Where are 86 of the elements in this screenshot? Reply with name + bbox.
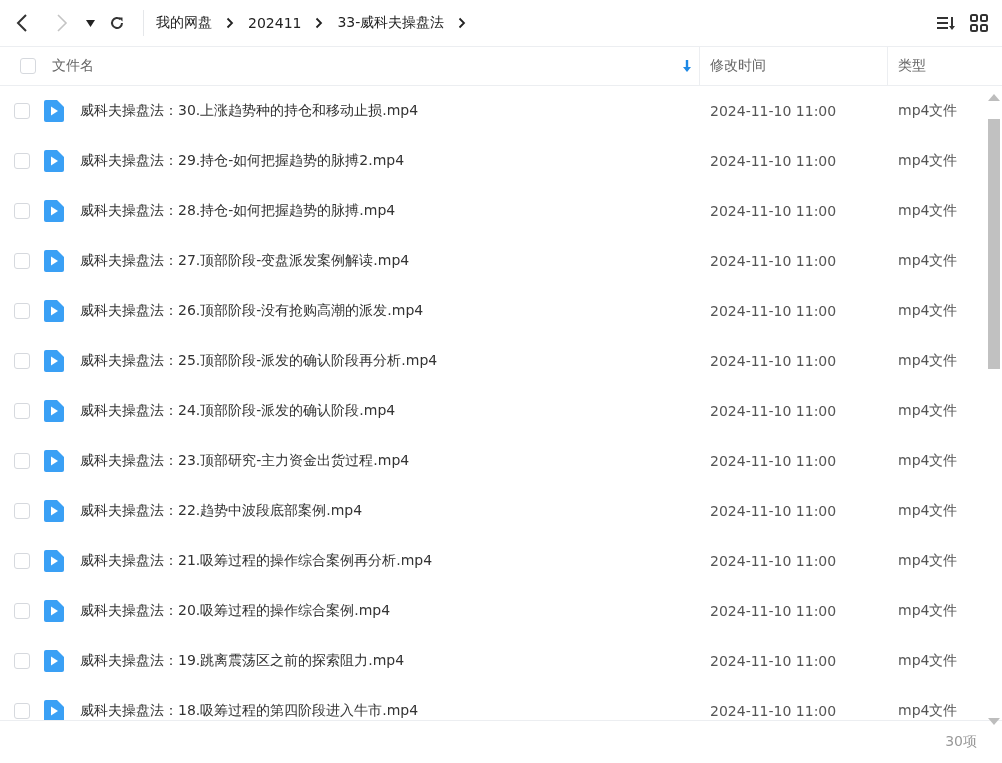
- file-type: mp4文件: [897, 402, 959, 420]
- item-count: 30项: [945, 733, 977, 751]
- modified-time: 2024-11-10 11:00: [709, 403, 838, 419]
- file-name[interactable]: 威科夫操盘法：24.顶部阶段-派发的确认阶段.mp4: [80, 402, 396, 420]
- file-name[interactable]: 威科夫操盘法：26.顶部阶段-没有抢购高潮的派发.mp4: [80, 302, 424, 320]
- sort-arrow-icon[interactable]: [683, 60, 691, 72]
- modified-time: 2024-11-10 11:00: [709, 153, 838, 169]
- file-name[interactable]: 威科夫操盘法：18.吸筹过程的第四阶段进入牛市.mp4: [80, 702, 419, 720]
- scrollbar-thumb[interactable]: [988, 119, 1000, 369]
- file-name[interactable]: 威科夫操盘法：29.持仓-如何把握趋势的脉搏2.mp4: [80, 152, 405, 170]
- checkbox[interactable]: [14, 553, 30, 569]
- video-file-icon: [44, 500, 64, 522]
- back-icon[interactable]: [16, 13, 28, 33]
- video-file-icon: [44, 100, 64, 122]
- chevron-icon: [226, 17, 234, 29]
- video-file-icon: [44, 150, 64, 172]
- file-name[interactable]: 威科夫操盘法：27.顶部阶段-变盘派发案例解读.mp4: [80, 252, 410, 270]
- file-type: mp4文件: [897, 152, 959, 170]
- modified-time: 2024-11-10 11:00: [709, 653, 838, 669]
- breadcrumb-link[interactable]: 我的网盘: [156, 14, 212, 32]
- file-type: mp4文件: [897, 252, 959, 270]
- modified-time: 2024-11-10 11:00: [709, 203, 838, 219]
- modified-time: 2024-11-10 11:00: [709, 553, 838, 569]
- video-file-icon: [44, 200, 64, 222]
- chevron-icon: [458, 17, 467, 29]
- checkbox[interactable]: [14, 103, 30, 119]
- video-file-icon: [44, 550, 64, 572]
- checkbox[interactable]: [14, 653, 30, 669]
- scroll-down-icon[interactable]: [988, 718, 1000, 725]
- file-type: mp4文件: [897, 102, 959, 120]
- file-name[interactable]: 威科夫操盘法：22.趋势中波段底部案例.mp4: [80, 502, 363, 520]
- modified-time: 2024-11-10 11:00: [709, 103, 838, 119]
- file-name[interactable]: 威科夫操盘法：20.吸筹过程的操作综合案例.mp4: [80, 602, 391, 620]
- video-file-icon: [44, 400, 64, 422]
- modified-time: 2024-11-10 11:00: [709, 353, 838, 369]
- breadcrumb-link[interactable]: 202411: [248, 15, 302, 31]
- video-file-icon: [44, 650, 64, 672]
- video-file-icon: [44, 600, 64, 622]
- video-file-icon: [44, 300, 64, 322]
- breadcrumb-link[interactable]: 33-威科夫操盘法: [337, 14, 445, 32]
- checkbox[interactable]: [14, 203, 30, 219]
- video-file-icon: [44, 450, 64, 472]
- column-header[interactable]: 文件名: [52, 57, 94, 75]
- modified-time: 2024-11-10 11:00: [709, 453, 838, 469]
- file-type: mp4文件: [897, 202, 959, 220]
- column-header[interactable]: 修改时间: [710, 57, 766, 75]
- forward-icon[interactable]: [56, 13, 68, 33]
- modified-time: 2024-11-10 11:00: [709, 603, 838, 619]
- video-file-icon: [44, 350, 64, 372]
- grid-view-icon[interactable]: [970, 14, 988, 32]
- checkbox[interactable]: [14, 603, 30, 619]
- checkbox[interactable]: [14, 703, 30, 719]
- chevron-icon: [315, 17, 324, 29]
- file-name[interactable]: 威科夫操盘法：21.吸筹过程的操作综合案例再分析.mp4: [80, 552, 433, 570]
- file-type: mp4文件: [897, 652, 959, 670]
- file-name[interactable]: 威科夫操盘法：28.持仓-如何把握趋势的脉搏.mp4: [80, 202, 396, 220]
- checkbox[interactable]: [14, 303, 30, 319]
- file-name[interactable]: 威科夫操盘法：19.跳离震荡区之前的探索阻力.mp4: [80, 652, 405, 670]
- file-type: mp4文件: [897, 552, 959, 570]
- file-type: mp4文件: [897, 452, 959, 470]
- video-file-icon: [44, 700, 64, 720]
- file-type: mp4文件: [897, 352, 959, 370]
- checkbox[interactable]: [14, 453, 30, 469]
- checkbox[interactable]: [14, 503, 30, 519]
- dropdown-caret-icon[interactable]: [86, 19, 95, 27]
- checkbox[interactable]: [20, 58, 36, 74]
- video-file-icon: [44, 250, 64, 272]
- modified-time: 2024-11-10 11:00: [709, 303, 838, 319]
- file-name[interactable]: 威科夫操盘法：30.上涨趋势种的持仓和移动止损.mp4: [80, 102, 419, 120]
- file-type: mp4文件: [897, 302, 959, 320]
- file-type: mp4文件: [897, 502, 959, 520]
- checkbox[interactable]: [14, 353, 30, 369]
- checkbox[interactable]: [14, 403, 30, 419]
- refresh-icon[interactable]: [109, 15, 125, 31]
- file-name[interactable]: 威科夫操盘法：25.顶部阶段-派发的确认阶段再分析.mp4: [80, 352, 438, 370]
- sort-list-icon[interactable]: [936, 15, 956, 31]
- file-type: mp4文件: [897, 602, 959, 620]
- modified-time: 2024-11-10 11:00: [709, 703, 838, 719]
- scroll-up-icon[interactable]: [988, 94, 1000, 101]
- modified-time: 2024-11-10 11:00: [709, 253, 838, 269]
- file-name[interactable]: 威科夫操盘法：23.顶部研究-主力资金出货过程.mp4: [80, 452, 410, 470]
- checkbox[interactable]: [14, 153, 30, 169]
- checkbox[interactable]: [14, 253, 30, 269]
- column-header[interactable]: 类型: [898, 57, 926, 75]
- file-type: mp4文件: [897, 702, 959, 720]
- modified-time: 2024-11-10 11:00: [709, 503, 838, 519]
